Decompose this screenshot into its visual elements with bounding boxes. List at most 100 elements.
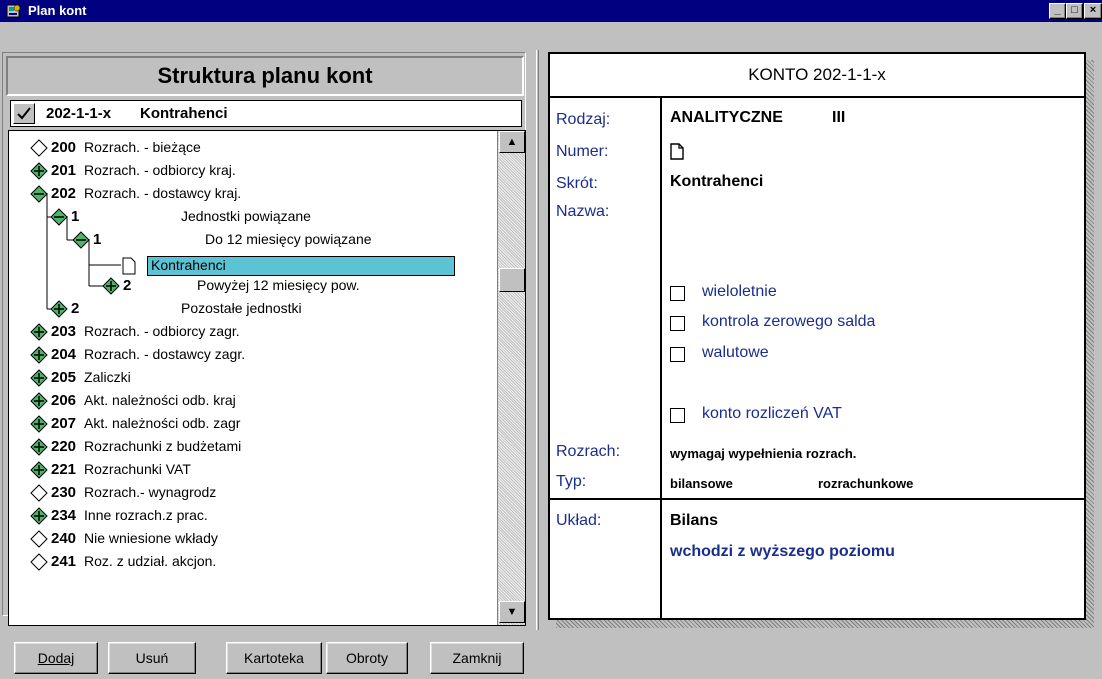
panel-shadow-side: [1086, 60, 1094, 628]
kind-value-1: bilansowe: [670, 476, 733, 491]
tree-item[interactable]: 221 Rozrachunki VAT: [51, 461, 191, 479]
scroll-thumb[interactable]: [499, 268, 525, 292]
tree-item[interactable]: 220 Rozrachunki z budżetami: [51, 438, 241, 456]
pane-divider[interactable]: [536, 50, 539, 630]
tree-item-selected[interactable]: Kontrahenci: [147, 256, 455, 276]
confirm-check-button[interactable]: [13, 103, 35, 124]
window-title: Plan kont: [28, 3, 87, 18]
empty-diamond-icon[interactable]: [30, 484, 48, 502]
settlement-label: Rozrach:: [556, 443, 621, 460]
account-tree[interactable]: Kontrahenci 200 Rozrach. - bieżące 201 Rozr…: [8, 130, 526, 626]
plus-diamond-icon[interactable]: [30, 461, 48, 479]
layout-divider: [548, 498, 1086, 500]
tree-item-code: 204: [51, 346, 77, 363]
document-icon: [122, 257, 136, 275]
empty-diamond-icon[interactable]: [30, 553, 48, 571]
currency-label: walutowe: [702, 344, 769, 361]
tree-item-code: 230: [51, 484, 77, 501]
tree-item[interactable]: 205 Zaliczki: [51, 369, 131, 387]
tree-item-label: Rozrach. - odbiorcy zagr.: [84, 323, 240, 339]
tree-item-label: Akt. należności odb. kraj: [84, 392, 236, 408]
type-value: ANALITYCZNE: [670, 109, 783, 126]
tree-item-code: 234: [51, 507, 77, 524]
card-button[interactable]: Kartoteka: [226, 642, 322, 674]
tree-item[interactable]: 241 Roz. z udział. akcjon.: [51, 553, 216, 571]
plus-diamond-icon[interactable]: [102, 277, 120, 295]
plus-diamond-icon[interactable]: [30, 346, 48, 364]
minus-diamond-icon[interactable]: [72, 231, 90, 249]
short-value: Kontrahenci: [670, 173, 764, 190]
tree-item-label: Akt. należności odb. zagr: [84, 415, 241, 431]
multiyear-checkbox[interactable]: [670, 286, 685, 301]
plus-diamond-icon[interactable]: [30, 415, 48, 433]
tree-item[interactable]: 230 Rozrach.- wynagrodz: [51, 484, 216, 502]
plus-diamond-icon[interactable]: [30, 369, 48, 387]
panel-shadow: [556, 620, 1094, 628]
tree-item-label: Inne rozrach.z prac.: [84, 507, 208, 523]
tree-item-code: 200: [51, 139, 77, 156]
minus-diamond-icon[interactable]: [30, 185, 48, 203]
tree-item[interactable]: 201 Rozrach. - odbiorcy kraj.: [51, 162, 236, 180]
tree-item-label: Pozostałe jednostki: [181, 300, 302, 316]
plus-diamond-icon[interactable]: [30, 323, 48, 341]
tree-item-code: 202: [51, 185, 77, 202]
currency-checkbox[interactable]: [670, 347, 685, 362]
tree-item-code: 206: [51, 392, 77, 409]
vat-checkbox[interactable]: [670, 408, 685, 423]
scroll-down-button[interactable]: ▼: [499, 601, 525, 623]
tree-item[interactable]: 206 Akt. należności odb. kraj: [51, 392, 236, 410]
tree-item[interactable]: 1 Jednostki powiązane: [71, 208, 311, 226]
account-details-panel: [548, 52, 1086, 620]
number-label: Numer:: [556, 143, 609, 160]
name-label: Nazwa:: [556, 203, 610, 220]
account-header: KONTO 202-1-1-x: [748, 65, 886, 84]
tree-item-label: Zaliczki: [84, 369, 131, 385]
minimize-button[interactable]: _: [1049, 3, 1066, 19]
plus-diamond-icon[interactable]: [30, 438, 48, 456]
tree-item[interactable]: 202 Rozrach. - dostawcy kraj.: [51, 185, 241, 203]
minus-diamond-icon[interactable]: [50, 208, 68, 226]
header-divider: [548, 96, 1086, 98]
tree-item[interactable]: 234 Inne rozrach.z prac.: [51, 507, 208, 525]
window-title-bar[interactable]: Plan kont _ □ ×: [0, 0, 1102, 22]
kind-value-2: rozrachunkowe: [818, 476, 914, 491]
tree-item-label: Do 12 miesięcy powiązane: [205, 231, 372, 247]
plus-diamond-icon[interactable]: [50, 300, 68, 318]
plus-diamond-icon[interactable]: [30, 507, 48, 525]
tree-item-label: Roz. z udział. akcjon.: [84, 553, 217, 569]
tree-item[interactable]: 204 Rozrach. - dostawcy zagr.: [51, 346, 245, 364]
tree-item-label: Rozrach. - odbiorcy kraj.: [84, 162, 236, 178]
empty-diamond-icon[interactable]: [30, 139, 48, 157]
tree-item-code: 1: [71, 208, 80, 225]
close-window-button[interactable]: ×: [1084, 3, 1102, 19]
close-button[interactable]: Zamknij: [430, 642, 524, 674]
zero-balance-checkbox[interactable]: [670, 316, 685, 331]
tree-item[interactable]: 203 Rozrach. - odbiorcy zagr.: [51, 323, 240, 341]
tree-item[interactable]: 200 Rozrach. - bieżące: [51, 139, 201, 157]
tree-item[interactable]: 2 Pozostałe jednostki: [71, 300, 302, 318]
selected-account-code: 202-1-1-x: [46, 105, 112, 122]
add-button[interactable]: Dodaj: [14, 642, 98, 674]
tree-item[interactable]: 1 Do 12 miesięcy powiązane: [93, 231, 372, 249]
plus-diamond-icon[interactable]: [30, 162, 48, 180]
layout-sub-value: wchodzi z wyższego poziomu: [670, 543, 895, 560]
turnover-button[interactable]: Obroty: [326, 642, 408, 674]
checkmark-icon: [17, 107, 31, 120]
tree-scrollbar[interactable]: ▲ ▼: [497, 131, 525, 625]
plus-diamond-icon[interactable]: [30, 392, 48, 410]
scroll-up-button[interactable]: ▲: [499, 131, 525, 153]
empty-diamond-icon[interactable]: [30, 530, 48, 548]
tree-item-code: 221: [51, 461, 77, 478]
tree-item-code: 220: [51, 438, 77, 455]
tree-item-code: 203: [51, 323, 77, 340]
kind-label: Typ:: [556, 473, 587, 490]
tree-item-label: Rozrachunki z budżetami: [84, 438, 242, 454]
maximize-button[interactable]: □: [1066, 3, 1083, 19]
tree-item-code: 205: [51, 369, 77, 386]
tree-item-label: Rozrach. - dostawcy zagr.: [84, 346, 246, 362]
tree-item[interactable]: 2 Powyżej 12 miesięcy pow.: [123, 277, 360, 295]
tree-item[interactable]: 240 Nie wniesione wkłady: [51, 530, 218, 548]
remove-button[interactable]: Usuń: [108, 642, 196, 674]
tree-item[interactable]: 207 Akt. należności odb. zagr: [51, 415, 240, 433]
level-value: III: [832, 109, 846, 126]
